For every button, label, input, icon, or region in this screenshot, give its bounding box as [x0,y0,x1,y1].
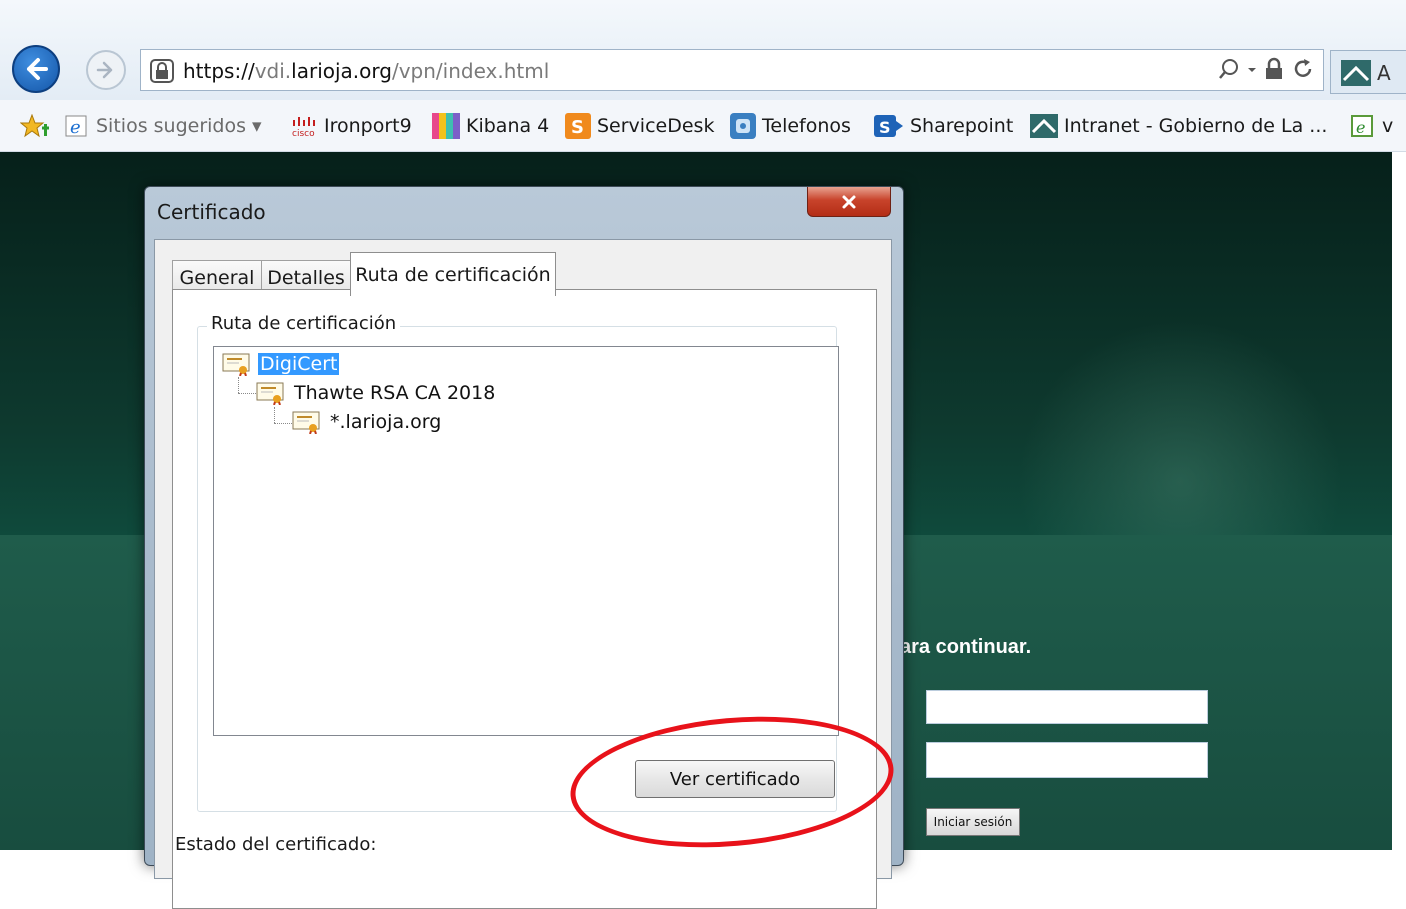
svg-text:S: S [571,117,584,138]
tree-node-label: DigiCert [258,353,340,375]
address-tools [1217,57,1315,81]
certificate-icon [222,353,250,376]
svg-text:e: e [70,117,81,138]
page-edge [1392,152,1406,850]
fav-label: Telefonos [762,115,851,137]
tree-node-digicert[interactable]: DigiCert [222,351,340,377]
login-button[interactable]: Iniciar sesión [926,808,1020,836]
padlock-icon[interactable] [1263,57,1285,81]
tab-ruta-certificacion[interactable]: Ruta de certificación [350,252,556,296]
tree-connector [238,393,256,394]
tree-connector [238,377,239,393]
tree-node-label: Thawte RSA CA 2018 [294,382,496,404]
fav-label: Sharepoint [910,115,1014,137]
forward-arrow-icon [96,61,113,79]
tree-connector [274,407,275,423]
url-scheme: https:// [183,59,255,83]
fav-kibana4[interactable]: Kibana 4 [432,113,549,139]
url-text[interactable]: https://vdi.larioja.org/vpn/index.html [183,59,549,83]
favorites-star-icon[interactable] [20,114,50,138]
back-arrow-icon [27,58,48,80]
tree-node-larioja[interactable]: *.larioja.org [292,409,443,435]
address-bar[interactable]: https://vdi.larioja.org/vpn/index.html [140,49,1324,91]
fav-sharepoint[interactable]: S Sharepoint [874,113,1013,139]
search-icon[interactable] [1217,57,1241,81]
username-input[interactable] [926,690,1208,724]
fav-overflow[interactable]: e v [1350,113,1393,139]
browser-tab[interactable]: A [1330,50,1406,94]
phone-icon [730,113,756,139]
login-prompt: ara continuar. [900,636,1032,658]
servicedesk-icon: S [565,113,591,139]
password-input[interactable] [926,742,1208,778]
refresh-icon[interactable] [1291,57,1315,81]
ie-icon: e [65,115,87,138]
tree-node-thawte[interactable]: Thawte RSA CA 2018 [256,380,497,406]
fav-intranet[interactable]: Intranet - Gobierno de La ... [1030,113,1327,139]
svg-text:cisco: cisco [292,129,315,138]
certificate-status-label: Estado del certificado: [175,834,377,855]
ie-page-icon: e [1351,115,1373,137]
fav-label: Kibana 4 [466,115,550,137]
tree-connector [274,423,292,424]
browser-tab-label: A [1377,61,1391,85]
fav-telefonos[interactable]: Telefonos [730,113,851,139]
cisco-icon: cisco [292,117,315,138]
svg-text:e: e [1356,118,1365,137]
kibana-icon [432,113,460,139]
fav-ironport9[interactable]: cisco Ironport9 [290,113,412,139]
back-button[interactable] [12,45,60,93]
tree-node-label: *.larioja.org [330,411,442,433]
fav-label: Intranet - Gobierno de La ... [1064,115,1328,137]
forward-button[interactable] [86,50,126,90]
fav-sitios-sugeridos[interactable]: e Sitios sugeridos ▾ [64,113,262,139]
dropdown-arrow-icon[interactable] [1247,57,1257,81]
url-domain: larioja.org [291,59,392,83]
dialog-title: Certificado [157,200,266,224]
url-path: /vpn/index.html [391,59,550,83]
intranet-icon [1341,60,1371,86]
close-button[interactable] [807,187,891,217]
certificate-icon [292,411,320,434]
sharepoint-icon: S [874,115,903,137]
fav-label: Sitios sugeridos ▾ [96,115,262,137]
svg-text:S: S [879,118,891,137]
favorites-bar: e Sitios sugeridos ▾ cisco Ironport9 Kib… [0,100,1406,152]
fav-label: v [1382,115,1394,137]
fav-label: Ironport9 [324,115,412,137]
certificate-icon [256,382,284,405]
fav-servicedesk[interactable]: S ServiceDesk [565,113,714,139]
url-subdomain: vdi. [254,59,292,83]
certification-path-tree[interactable]: DigiCert Thawte RSA CA 2018 *.larioja.or… [213,346,839,736]
lock-icon [150,59,174,83]
fav-label: ServiceDesk [597,115,715,137]
close-icon [842,195,856,208]
intranet-icon [1030,114,1058,138]
group-label: Ruta de certificación [207,313,401,334]
